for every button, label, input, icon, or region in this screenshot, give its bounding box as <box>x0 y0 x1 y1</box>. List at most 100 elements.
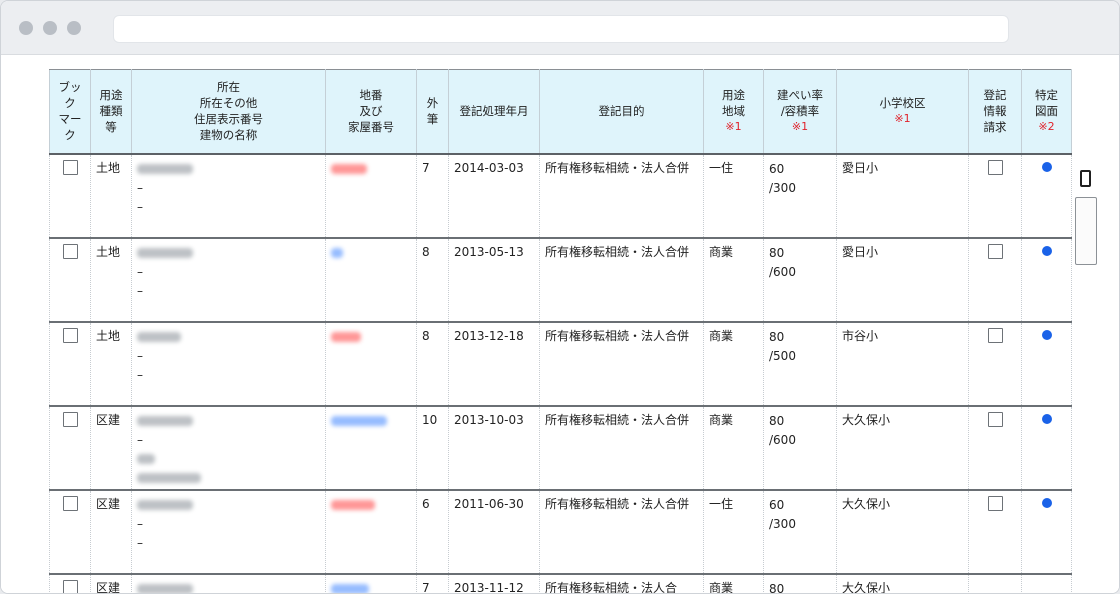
zone-cell: 一住 <box>703 153 764 239</box>
bookmark-checkbox[interactable] <box>62 495 78 511</box>
ratio-cell: 80 /600 <box>763 405 837 491</box>
date-cell: 2013-10-03 <box>448 405 540 491</box>
location-cell: – – <box>131 321 326 407</box>
ratio-cell: 80 <box>763 573 837 594</box>
map-available-icon[interactable] <box>1041 245 1052 256</box>
date-cell: 2014-03-03 <box>448 153 540 239</box>
type-cell: 土地 <box>90 237 132 323</box>
redacted-lot-number[interactable] <box>331 584 369 593</box>
page-content: ブックマーク 用途 種類等 所在 所在その他 住居表示番号 建物の名称 地番 及び 家屋番号… <box>1 56 1119 594</box>
close-window-button[interactable] <box>19 21 33 35</box>
bookmark-checkbox[interactable] <box>62 411 78 427</box>
maximize-window-button[interactable] <box>67 21 81 35</box>
building-coverage-ratio: 60 <box>769 161 785 176</box>
redacted-lot-number[interactable] <box>331 416 387 426</box>
request-cell <box>968 237 1022 323</box>
purpose-cell: 所有権移転相続・法人合併 <box>539 153 704 239</box>
date-cell: 2013-11-12 <box>448 573 540 593</box>
location-sub-line: – <box>137 367 143 382</box>
school-cell: 市谷小 <box>836 321 969 407</box>
extra-lots-cell: 10 <box>416 405 449 491</box>
school-cell: 大久保小 <box>836 405 969 491</box>
purpose-cell: 所有権移転相続・法人合 <box>539 573 704 593</box>
redacted-text <box>137 500 193 510</box>
col-header-ratio: 建ぺい率/容積率 ※1 <box>763 69 837 155</box>
redacted-text <box>137 164 193 174</box>
building-coverage-ratio: 80 <box>769 581 785 594</box>
redacted-lot-number[interactable] <box>331 332 361 342</box>
lot-number-cell <box>325 321 417 407</box>
bookmark-checkbox[interactable] <box>62 579 78 593</box>
lot-number-cell <box>325 573 417 593</box>
location-sub-line: – <box>137 199 143 214</box>
ratio-cell: 80 /600 <box>763 237 837 323</box>
map-available-icon[interactable] <box>1041 413 1052 424</box>
request-cell <box>968 573 1022 593</box>
map-available-icon[interactable] <box>1041 161 1052 172</box>
col-header-type: 用途 種類等 <box>90 69 132 155</box>
request-checkbox[interactable] <box>987 159 1003 175</box>
col-header-location: 所在 所在その他 住居表示番号 建物の名称 <box>131 69 326 155</box>
col-header-date: 登記処理年月 <box>448 69 540 155</box>
col-header-map: 特定 図面 ※2 <box>1021 69 1072 155</box>
school-cell: 愛日小 <box>836 153 969 239</box>
table-row: 土地 – – 8 2013-12-18 所有権移転相続・法人合併 商業 80 /5… <box>49 321 1072 407</box>
note-mark: ※1 <box>894 112 911 126</box>
date-cell: 2011-06-30 <box>448 489 540 575</box>
col-header-zone: 用途 地域 ※1 <box>703 69 764 155</box>
date-cell: 2013-12-18 <box>448 321 540 407</box>
location-sub-line: – <box>137 264 143 279</box>
type-cell: 区建 <box>90 573 132 593</box>
zone-cell: 商業 <box>703 321 764 407</box>
bookmark-checkbox[interactable] <box>62 159 78 175</box>
purpose-cell: 所有権移転相続・法人合併 <box>539 321 704 407</box>
bookmark-checkbox[interactable] <box>62 327 78 343</box>
bookmark-checkbox[interactable] <box>62 243 78 259</box>
table-row: 区建 7 2013-11-12 所有権移転相続・法人合 商業 80 大久保小 <box>49 573 1072 594</box>
map-available-icon[interactable] <box>1041 329 1052 340</box>
redacted-text <box>137 584 193 593</box>
request-checkbox[interactable] <box>987 411 1003 427</box>
col-header-purpose: 登記目的 <box>539 69 704 155</box>
title-bar <box>1 1 1119 55</box>
redacted-lot-number[interactable] <box>331 164 367 174</box>
floor-area-ratio: /300 <box>769 180 796 195</box>
request-checkbox[interactable] <box>987 495 1003 511</box>
lot-number-cell <box>325 489 417 575</box>
map-available-icon[interactable] <box>1041 497 1052 508</box>
request-checkbox[interactable] <box>987 327 1003 343</box>
type-cell: 土地 <box>90 321 132 407</box>
school-cell: 愛日小 <box>836 237 969 323</box>
address-bar[interactable] <box>113 15 1009 43</box>
bookmark-cell <box>49 321 91 407</box>
lot-number-cell <box>325 153 417 239</box>
redacted-lot-number[interactable] <box>331 248 343 258</box>
request-cell <box>968 321 1022 407</box>
type-cell: 区建 <box>90 489 132 575</box>
scrollbar-thumb[interactable] <box>1075 197 1097 265</box>
table-row: 区建 – – 6 2011-06-30 所有権移転相続・法人合併 一住 60 /3… <box>49 489 1072 575</box>
redacted-lot-number[interactable] <box>331 500 375 510</box>
ratio-cell: 80 /500 <box>763 321 837 407</box>
date-cell: 2013-05-13 <box>448 237 540 323</box>
redacted-text <box>137 416 193 426</box>
floor-area-ratio: /300 <box>769 516 796 531</box>
bookmark-cell <box>49 153 91 239</box>
location-cell: – – <box>131 237 326 323</box>
request-cell <box>968 405 1022 491</box>
header-row: ブックマーク 用途 種類等 所在 所在その他 住居表示番号 建物の名称 地番 及び 家屋番号… <box>49 69 1072 155</box>
bookmark-cell <box>49 573 91 593</box>
scroll-toggle-icon[interactable] <box>1080 170 1091 187</box>
floor-area-ratio: /600 <box>769 432 796 447</box>
zone-cell: 一住 <box>703 489 764 575</box>
minimize-window-button[interactable] <box>43 21 57 35</box>
location-sub-line: – <box>137 283 143 298</box>
table-row: 区建 – 10 2013-10-03 所有権移転相続・法人合併 商業 80 /6… <box>49 405 1072 491</box>
school-cell: 大久保小 <box>836 489 969 575</box>
type-cell: 土地 <box>90 153 132 239</box>
location-cell: – – <box>131 153 326 239</box>
registry-table: ブックマーク 用途 種類等 所在 所在その他 住居表示番号 建物の名称 地番 及び 家屋番号… <box>49 69 1072 594</box>
floor-area-ratio: /500 <box>769 348 796 363</box>
purpose-cell: 所有権移転相続・法人合併 <box>539 237 704 323</box>
request-checkbox[interactable] <box>987 243 1003 259</box>
